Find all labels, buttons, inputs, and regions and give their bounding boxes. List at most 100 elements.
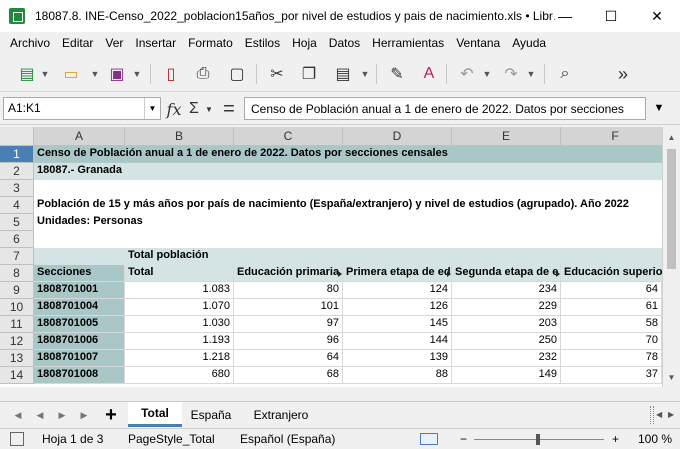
- menu-insertar[interactable]: Insertar: [129, 36, 182, 50]
- header-primera-etapa[interactable]: Primera etapa de ed: [343, 265, 452, 282]
- cell-segunda-etapa[interactable]: 250: [452, 333, 561, 350]
- chevron-down-icon[interactable]: ▼: [526, 64, 536, 84]
- expand-formula-icon[interactable]: ▼: [652, 101, 666, 115]
- menu-ayuda[interactable]: Ayuda: [506, 36, 552, 50]
- first-sheet-icon[interactable]: ◀: [12, 408, 24, 422]
- page-style[interactable]: PageStyle_Total: [128, 432, 215, 446]
- menu-formato[interactable]: Formato: [182, 36, 239, 50]
- scroll-up-icon[interactable]: ▲: [663, 129, 680, 146]
- zoom-in-button[interactable]: +: [612, 432, 619, 446]
- chevron-down-icon[interactable]: ▼: [204, 99, 214, 119]
- header-educacion-primaria[interactable]: Educación primaria: [234, 265, 343, 282]
- open-folder-icon[interactable]: ▭: [60, 64, 82, 84]
- cell-superior[interactable]: 37: [561, 367, 662, 384]
- cell-seccion[interactable]: 1808701008: [34, 367, 125, 384]
- row-header-13[interactable]: 13: [0, 350, 34, 367]
- cell-seccion[interactable]: 1808701007: [34, 350, 125, 367]
- cell-b7-total-poblacion[interactable]: Total población: [125, 248, 325, 265]
- chevron-down-icon[interactable]: ▼: [40, 64, 50, 84]
- chevron-down-icon[interactable]: ▼: [144, 98, 160, 119]
- next-sheet-icon[interactable]: ▶: [56, 408, 68, 422]
- menu-herramientas[interactable]: Herramientas: [366, 36, 450, 50]
- cell-seccion[interactable]: 1808701001: [34, 282, 125, 299]
- new-spreadsheet-icon[interactable]: ▤: [16, 64, 38, 84]
- column-header-e[interactable]: E: [452, 127, 561, 146]
- row-header-12[interactable]: 12: [0, 333, 34, 350]
- scrollbar-thumb[interactable]: [667, 149, 676, 269]
- menu-editar[interactable]: Editar: [56, 36, 99, 50]
- cell-primera-etapa[interactable]: 124: [343, 282, 452, 299]
- cell-primaria[interactable]: 68: [234, 367, 343, 384]
- cell-primera-etapa[interactable]: 139: [343, 350, 452, 367]
- cell-segunda-etapa[interactable]: 149: [452, 367, 561, 384]
- cell-superior[interactable]: 64: [561, 282, 662, 299]
- cell-primera-etapa[interactable]: 145: [343, 316, 452, 333]
- paste-icon[interactable]: ▤: [332, 64, 354, 84]
- cell-segunda-etapa[interactable]: 232: [452, 350, 561, 367]
- cell-seccion[interactable]: 1808701006: [34, 333, 125, 350]
- column-header-b[interactable]: B: [125, 127, 234, 146]
- cell-primaria[interactable]: 97: [234, 316, 343, 333]
- print-preview-icon[interactable]: ▢: [226, 64, 248, 84]
- cell-primaria[interactable]: 96: [234, 333, 343, 350]
- tab-splitter-handle[interactable]: [650, 406, 654, 424]
- undo-icon[interactable]: ↶: [456, 64, 478, 84]
- chevron-down-icon[interactable]: ▼: [132, 64, 142, 84]
- cell-total[interactable]: 1.030: [125, 316, 234, 333]
- column-header-a[interactable]: A: [34, 127, 125, 146]
- print-icon[interactable]: ⎙: [192, 64, 214, 84]
- row-header-5[interactable]: 5: [0, 214, 34, 231]
- add-sheet-button[interactable]: +: [100, 404, 122, 426]
- cell-superior[interactable]: 58: [561, 316, 662, 333]
- cell-a4-description[interactable]: Población de 15 y más años por país de n…: [34, 197, 662, 214]
- header-secciones[interactable]: Secciones: [34, 265, 125, 282]
- row-header-6[interactable]: 6: [0, 231, 34, 248]
- tab-total[interactable]: Total: [128, 402, 182, 427]
- menu-archivo[interactable]: Archivo: [4, 36, 56, 50]
- select-all-corner[interactable]: [0, 127, 34, 146]
- menu-datos[interactable]: Datos: [323, 36, 366, 50]
- zoom-level[interactable]: 100 %: [638, 432, 672, 446]
- cell-segunda-etapa[interactable]: 234: [452, 282, 561, 299]
- cell-segunda-etapa[interactable]: 203: [452, 316, 561, 333]
- zoom-out-button[interactable]: −: [460, 432, 467, 446]
- header-total[interactable]: Total: [125, 265, 234, 282]
- column-header-d[interactable]: D: [343, 127, 452, 146]
- menu-ver[interactable]: Ver: [99, 36, 129, 50]
- redo-icon[interactable]: ↷: [500, 64, 522, 84]
- more-tools-button[interactable]: »: [612, 64, 634, 84]
- clone-formatting-icon[interactable]: ✎: [386, 64, 408, 84]
- copy-icon[interactable]: ❐: [298, 64, 320, 84]
- row-header-9[interactable]: 9: [0, 282, 34, 299]
- row-header-3[interactable]: 3: [0, 180, 34, 197]
- row-header-14[interactable]: 14: [0, 367, 34, 384]
- cell-segunda-etapa[interactable]: 229: [452, 299, 561, 316]
- previous-sheet-icon[interactable]: ◀: [34, 408, 46, 422]
- tab-espana[interactable]: España: [184, 402, 238, 427]
- row-header-10[interactable]: 10: [0, 299, 34, 316]
- vertical-scrollbar[interactable]: ▲ ▼: [662, 127, 680, 387]
- menu-hoja[interactable]: Hoja: [286, 36, 323, 50]
- row-header-2[interactable]: 2: [0, 163, 34, 180]
- cell-a2-region[interactable]: 18087.- Granada: [34, 163, 662, 180]
- scroll-left-icon[interactable]: ◀: [656, 410, 662, 419]
- header-educacion-superior[interactable]: Educación superior: [561, 265, 662, 282]
- spreadsheet-grid[interactable]: A B C D E F 1 2 3 4 5 6 7 8 9 10 11 12 1…: [0, 127, 662, 387]
- cell-total[interactable]: 1.193: [125, 333, 234, 350]
- row-header-1[interactable]: 1: [0, 146, 34, 163]
- maximize-button[interactable]: ☐: [588, 0, 634, 32]
- scroll-down-icon[interactable]: ▼: [663, 369, 680, 386]
- normal-view-icon[interactable]: [420, 433, 438, 445]
- row-header-7[interactable]: 7: [0, 248, 34, 265]
- cell-seccion[interactable]: 1808701004: [34, 299, 125, 316]
- row-header-8[interactable]: 8: [0, 265, 34, 282]
- minimize-button[interactable]: —: [542, 0, 588, 32]
- column-header-f[interactable]: F: [561, 127, 662, 146]
- row-header-11[interactable]: 11: [0, 316, 34, 333]
- close-button[interactable]: ✕: [634, 0, 680, 32]
- menu-estilos[interactable]: Estilos: [239, 36, 286, 50]
- header-segunda-etapa[interactable]: Segunda etapa de e: [452, 265, 561, 282]
- cell-a1-title[interactable]: Censo de Población anual a 1 de enero de…: [34, 146, 662, 163]
- cell-total[interactable]: 1.070: [125, 299, 234, 316]
- scroll-right-icon[interactable]: ▶: [668, 410, 674, 419]
